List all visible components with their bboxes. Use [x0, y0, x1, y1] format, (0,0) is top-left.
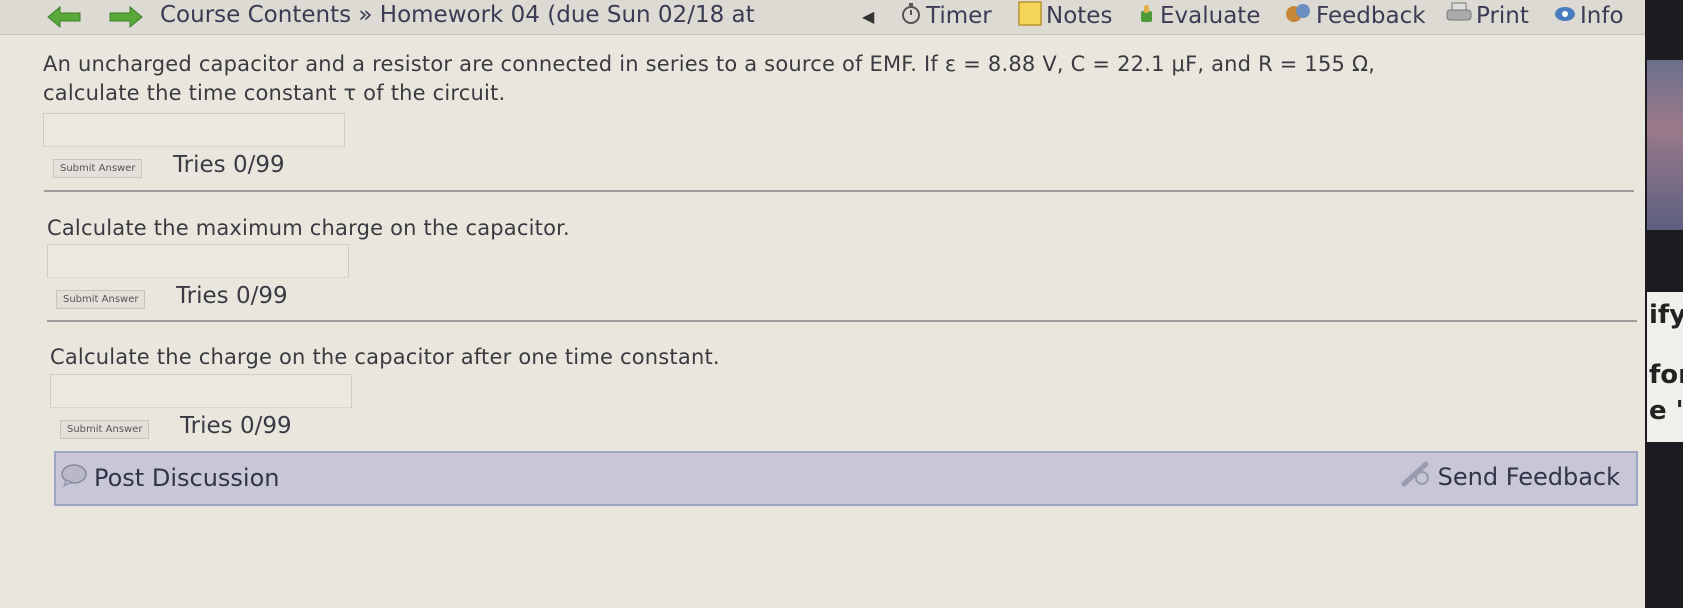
forward-arrow-icon[interactable]: [108, 5, 144, 29]
question-1-text: An uncharged capacitor and a resistor ar…: [43, 50, 1375, 108]
feedback-pen-icon: [1400, 460, 1434, 494]
question-1-line2: calculate the time constant τ of the cir…: [43, 81, 506, 105]
partial-word-2: for: [1649, 360, 1683, 390]
submit-answer-button-1[interactable]: Submit Answer: [53, 159, 143, 178]
timer-label: Timer: [926, 3, 992, 29]
feedback-icon: [1284, 1, 1312, 31]
back-arrow-icon[interactable]: [46, 5, 82, 29]
breadcrumb-separator: »: [358, 2, 373, 28]
discussion-bar: Post Discussion Send Feedback: [54, 451, 1638, 506]
feedback-label: Feedback: [1316, 3, 1426, 29]
collapse-toggle[interactable]: ◀: [862, 0, 878, 32]
info-icon: [1554, 3, 1576, 29]
tries-counter-2: Tries 0/99: [176, 283, 288, 309]
answer-input-3[interactable]: [50, 374, 352, 408]
evaluate-button[interactable]: Evaluate: [1138, 0, 1260, 32]
tries-counter-1: Tries 0/99: [173, 152, 285, 178]
send-feedback-button[interactable]: Send Feedback: [1400, 460, 1620, 494]
speech-bubble-icon: [60, 463, 88, 493]
info-button[interactable]: Info: [1554, 0, 1624, 32]
notes-label: Notes: [1046, 3, 1113, 29]
partial-word-1: ify: [1649, 300, 1683, 330]
notepad-icon: [1018, 0, 1042, 32]
evaluate-label: Evaluate: [1160, 3, 1261, 29]
send-feedback-label: Send Feedback: [1437, 463, 1620, 491]
thumbs-up-icon: [1138, 2, 1156, 30]
question-1-line1: An uncharged capacitor and a resistor ar…: [43, 52, 1376, 76]
notes-button[interactable]: Notes: [1018, 0, 1112, 32]
timer-button[interactable]: Timer: [900, 0, 992, 32]
answer-input-2[interactable]: [47, 244, 349, 278]
browser-viewport: Course Contents » Homework 04 (due Sun 0…: [0, 0, 1645, 608]
post-discussion-button[interactable]: Post Discussion: [60, 463, 279, 493]
submit-answer-button-2[interactable]: Submit Answer: [56, 290, 146, 309]
print-label: Print: [1476, 3, 1529, 29]
post-discussion-label: Post Discussion: [94, 464, 280, 492]
submit-answer-button-3[interactable]: Submit Answer: [60, 420, 150, 439]
tries-counter-3: Tries 0/99: [180, 413, 292, 439]
question-separator-1: [44, 190, 1634, 192]
info-label: Info: [1580, 3, 1624, 29]
feedback-button[interactable]: Feedback: [1284, 0, 1426, 32]
stopwatch-icon: [900, 1, 922, 31]
printer-icon: [1446, 2, 1472, 30]
triangle-left-icon: ◀: [862, 6, 875, 26]
adjacent-window-strip: ify for e ': [1645, 0, 1683, 608]
question-2-text: Calculate the maximum charge on the capa…: [47, 216, 570, 240]
partial-word-3: e ': [1649, 396, 1683, 426]
answer-input-1[interactable]: [43, 113, 345, 147]
desktop-wallpaper-fragment: [1647, 60, 1683, 230]
course-toolbar: Course Contents » Homework 04 (due Sun 0…: [0, 0, 1645, 35]
question-separator-2: [47, 320, 1637, 322]
print-button[interactable]: Print: [1446, 0, 1529, 32]
breadcrumb: Course Contents » Homework 04 (due Sun 0…: [160, 2, 755, 28]
breadcrumb-homework[interactable]: Homework 04 (due Sun 02/18 at: [380, 2, 755, 28]
breadcrumb-course-contents[interactable]: Course Contents: [160, 2, 351, 28]
question-3-text: Calculate the charge on the capacitor af…: [50, 345, 720, 369]
